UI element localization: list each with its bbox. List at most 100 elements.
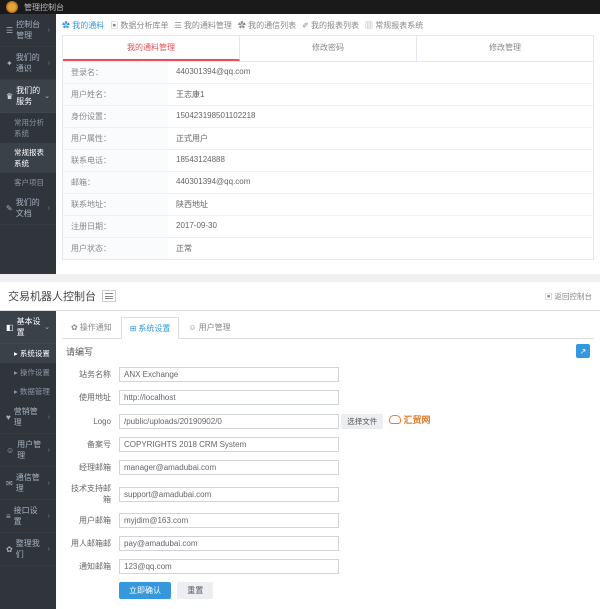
form-input[interactable] [119, 460, 339, 475]
menu-toggle-icon[interactable] [102, 290, 116, 302]
sidebar-item[interactable]: ♛ 我们的服务⌄ [0, 80, 56, 113]
panel2-title: 交易机器人控制台 [8, 288, 96, 304]
profile-row: 邮箱：440301394@qq.com [63, 172, 593, 194]
form-input[interactable] [119, 487, 339, 502]
reset-button[interactable]: 重置 [177, 582, 213, 599]
form-input[interactable] [119, 437, 339, 452]
external-link-icon[interactable]: ↗ [576, 344, 590, 358]
back-link[interactable]: ▣ 返回控制台 [545, 291, 592, 302]
sidebar-item[interactable]: ☰ 控制台管理› [0, 14, 56, 47]
profile-label: 用户属性： [63, 128, 168, 149]
tab-strip: 我的通料管理 修改密码 修改管理 [62, 35, 594, 61]
sidebar2-left: ◧ 基本设置⌄ ▸ 系统设置 ▸ 操作设置 ▸ 数据管理 ♥ 营销管理› ☺ 用… [0, 311, 56, 609]
profile-value: 18543124888 [168, 150, 593, 171]
tab-password[interactable]: 修改密码 [240, 36, 417, 61]
profile-row: 身份设置：150423198501102218 [63, 106, 593, 128]
profile-value: 正常 [168, 238, 593, 259]
brand-logo: 汇贸网 [389, 413, 430, 426]
form-label: 经理邮箱 [64, 462, 119, 473]
breadcrumb-item[interactable]: ✿ 我的通信列表 [238, 20, 296, 31]
sidebar-subitem-active[interactable]: 常规报表系统 [0, 143, 56, 173]
sidebar2-item[interactable]: ✿ 整理我们› [0, 533, 56, 566]
sidebar2-item[interactable]: ♥ 营销管理› [0, 401, 56, 434]
tab2-item[interactable]: ☺ 用户管理 [179, 317, 239, 338]
sidebar-left: ☰ 控制台管理› ✦ 我们的通识› ♛ 我们的服务⌄ 常用分析系统 常规报表系统… [0, 14, 56, 274]
form-label: 使用地址 [64, 392, 119, 403]
profile-value: 2017-09-30 [168, 216, 593, 237]
breadcrumb-item[interactable]: ✿ 我的通料 [62, 20, 104, 31]
topbar: 管理控制台 [0, 0, 600, 14]
form-row: Logo 选择文件 汇贸网 [62, 409, 594, 433]
cloud-icon [389, 415, 401, 424]
profile-row: 注册日期：2017-09-30 [63, 216, 593, 238]
breadcrumb: ✿ 我的通料 ▣ 数据分析库单 ☰ 我的通料管理 ✿ 我的通信列表 ✐ 我的报表… [62, 20, 594, 31]
profile-value: 440301394@qq.com [168, 62, 593, 83]
profile-row: 用户姓名：王志康1 [63, 84, 593, 106]
topbar-title: 管理控制台 [24, 2, 64, 13]
sidebar-item[interactable]: ✦ 我们的通识› [0, 47, 56, 80]
form-row: 通知邮箱 [62, 555, 594, 578]
form-row: 技术支持邮箱 [62, 479, 594, 509]
form-row: 站务名称 [62, 363, 594, 386]
sidebar2-subitem-active[interactable]: ▸ 系统设置 [0, 344, 56, 363]
profile-row: 用户属性：正式用户 [63, 128, 593, 150]
sidebar-subitem[interactable]: 客户项目 [0, 173, 56, 192]
form-row: 备案号 [62, 433, 594, 456]
submit-button[interactable]: 立即确认 [119, 582, 171, 599]
tab2-item-active[interactable]: ⊞ 系统设置 [121, 317, 180, 339]
profile-row: 联系地址：陕西地址 [63, 194, 593, 216]
breadcrumb-item[interactable]: ▣ 数据分析库单 [110, 20, 168, 31]
sidebar-item[interactable]: ✎ 我们的文档› [0, 192, 56, 225]
profile-label: 登录名： [63, 62, 168, 83]
form-input[interactable] [119, 536, 339, 551]
profile-value: 150423198501102218 [168, 106, 593, 127]
form-label: 技术支持邮箱 [64, 483, 119, 505]
upload-button[interactable]: 选择文件 [341, 414, 383, 429]
sidebar2-subitem[interactable]: ▸ 数据管理 [0, 382, 56, 401]
form-input[interactable] [119, 390, 339, 405]
form-row: 用户邮箱 [62, 509, 594, 532]
sidebar2-item[interactable]: ☺ 用户管理› [0, 434, 56, 467]
form-label: 站务名称 [64, 369, 119, 380]
profile-value: 陕西地址 [168, 194, 593, 215]
tab-profile[interactable]: 我的通料管理 [63, 36, 240, 61]
panel2-content: ✿ 操作通知 ⊞ 系统设置 ☺ 用户管理 请编写 ↗ 站务名称使用地址Logo … [56, 311, 600, 609]
tab2-item[interactable]: ✿ 操作通知 [62, 317, 121, 338]
sidebar2-item[interactable]: ≡ 接口设置› [0, 500, 56, 533]
form-row: 用人邮箱邮 [62, 532, 594, 555]
profile-value: 440301394@qq.com [168, 172, 593, 193]
profile-row: 联系电话：18543124888 [63, 150, 593, 172]
main-content: ✿ 我的通料 ▣ 数据分析库单 ☰ 我的通料管理 ✿ 我的通信列表 ✐ 我的报表… [56, 14, 600, 274]
form-row: 经理邮箱 [62, 456, 594, 479]
sidebar2-item[interactable]: ✉ 通信管理› [0, 467, 56, 500]
form-label: 用人邮箱邮 [64, 538, 119, 549]
tabbar2: ✿ 操作通知 ⊞ 系统设置 ☺ 用户管理 [62, 317, 594, 339]
settings-form: 站务名称使用地址Logo 选择文件 汇贸网备案号经理邮箱技术支持邮箱用户邮箱用人… [62, 363, 594, 578]
profile-label: 用户姓名： [63, 84, 168, 105]
panel2-header: 交易机器人控制台 ▣ 返回控制台 [0, 282, 600, 311]
profile-label: 邮箱： [63, 172, 168, 193]
form-input[interactable] [119, 559, 339, 574]
form-row: 使用地址 [62, 386, 594, 409]
breadcrumb-item[interactable]: ☰ 我的通料管理 [174, 20, 231, 31]
sidebar2-item[interactable]: ◧ 基本设置⌄ [0, 311, 56, 344]
form-label: 通知邮箱 [64, 561, 119, 572]
form-label: Logo [64, 417, 119, 426]
profile-label: 身份设置： [63, 106, 168, 127]
form-label: 用户邮箱 [64, 515, 119, 526]
profile-row: 用户状态：正常 [63, 238, 593, 259]
profile-table: 登录名：440301394@qq.com用户姓名：王志康1身份设置：150423… [62, 61, 594, 260]
form-input[interactable] [119, 513, 339, 528]
form-input[interactable] [119, 367, 339, 382]
form-input[interactable] [119, 414, 339, 429]
breadcrumb-item[interactable]: ▥ 常规报表系统 [365, 20, 423, 31]
breadcrumb-item[interactable]: ✐ 我的报表列表 [302, 20, 359, 31]
app-logo [6, 1, 18, 13]
sidebar-subitem[interactable]: 常用分析系统 [0, 113, 56, 143]
profile-row: 登录名：440301394@qq.com [63, 62, 593, 84]
tab-manage[interactable]: 修改管理 [417, 36, 593, 61]
profile-label: 联系电话： [63, 150, 168, 171]
profile-label: 用户状态： [63, 238, 168, 259]
sidebar2-subitem[interactable]: ▸ 操作设置 [0, 363, 56, 382]
profile-value: 正式用户 [168, 128, 593, 149]
